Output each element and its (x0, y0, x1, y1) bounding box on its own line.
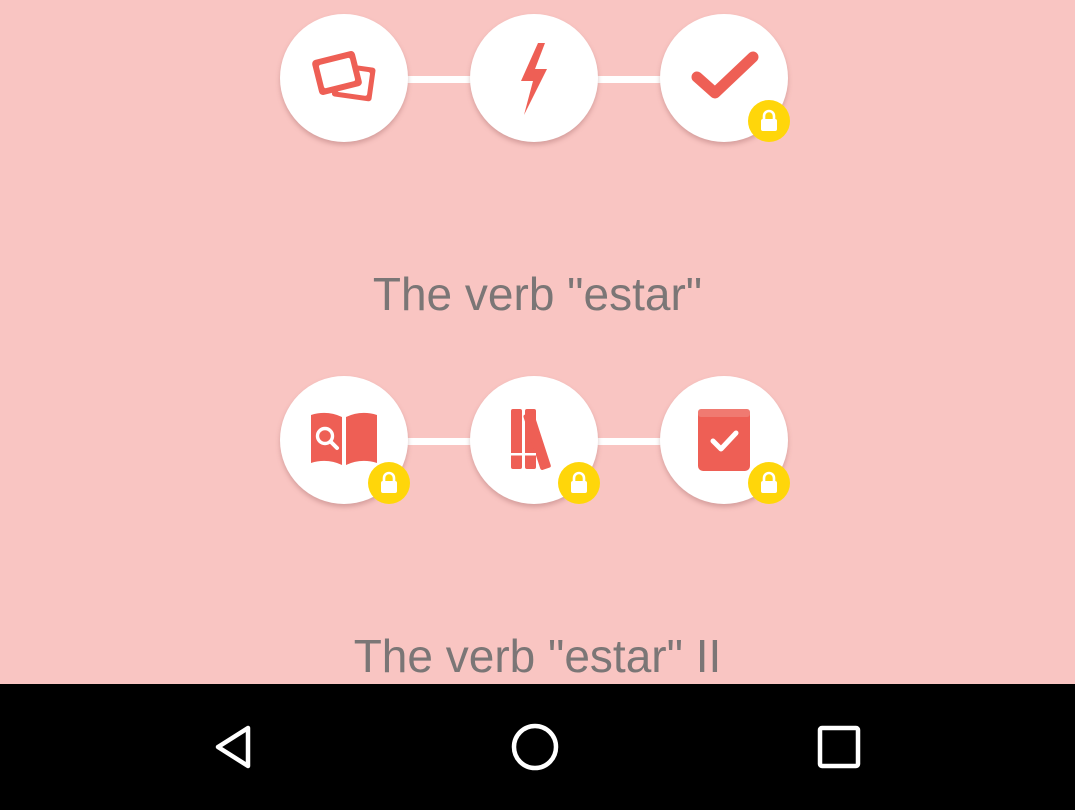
lesson-steps-row (0, 376, 1075, 506)
lesson-step-exam[interactable] (660, 376, 790, 504)
lesson-step-practice[interactable] (470, 14, 598, 142)
lock-icon (571, 471, 587, 493)
lesson-step-reading[interactable] (280, 376, 410, 504)
back-icon (215, 725, 251, 769)
lightning-icon (521, 43, 547, 115)
lock-badge (748, 462, 790, 504)
lock-badge (368, 462, 410, 504)
lesson-step-test[interactable] (660, 14, 790, 142)
lesson-step-flashcards[interactable] (280, 14, 408, 142)
lock-icon (761, 109, 777, 131)
recent-apps-icon (817, 725, 861, 769)
lesson-title: The verb "estar" (372, 268, 703, 320)
lesson-title: The verb "estar" II (353, 630, 722, 682)
lock-icon (381, 471, 397, 493)
lock-badge (748, 100, 790, 142)
system-nav-bar (0, 684, 1075, 810)
lesson-path-screen: The verb "estar" The verb "estar" II (0, 0, 1075, 684)
step-connector (405, 438, 473, 445)
step-connector (595, 76, 663, 83)
home-icon (511, 723, 559, 771)
lesson-steps-row (0, 14, 1075, 144)
recent-apps-button[interactable] (804, 714, 874, 780)
lock-icon (761, 471, 777, 493)
lock-badge (558, 462, 600, 504)
home-button[interactable] (500, 714, 570, 780)
lesson-step-grammar[interactable] (470, 376, 600, 504)
flashcards-icon (312, 51, 376, 102)
back-button[interactable] (197, 714, 267, 780)
step-connector (595, 438, 663, 445)
step-connector (405, 76, 473, 83)
